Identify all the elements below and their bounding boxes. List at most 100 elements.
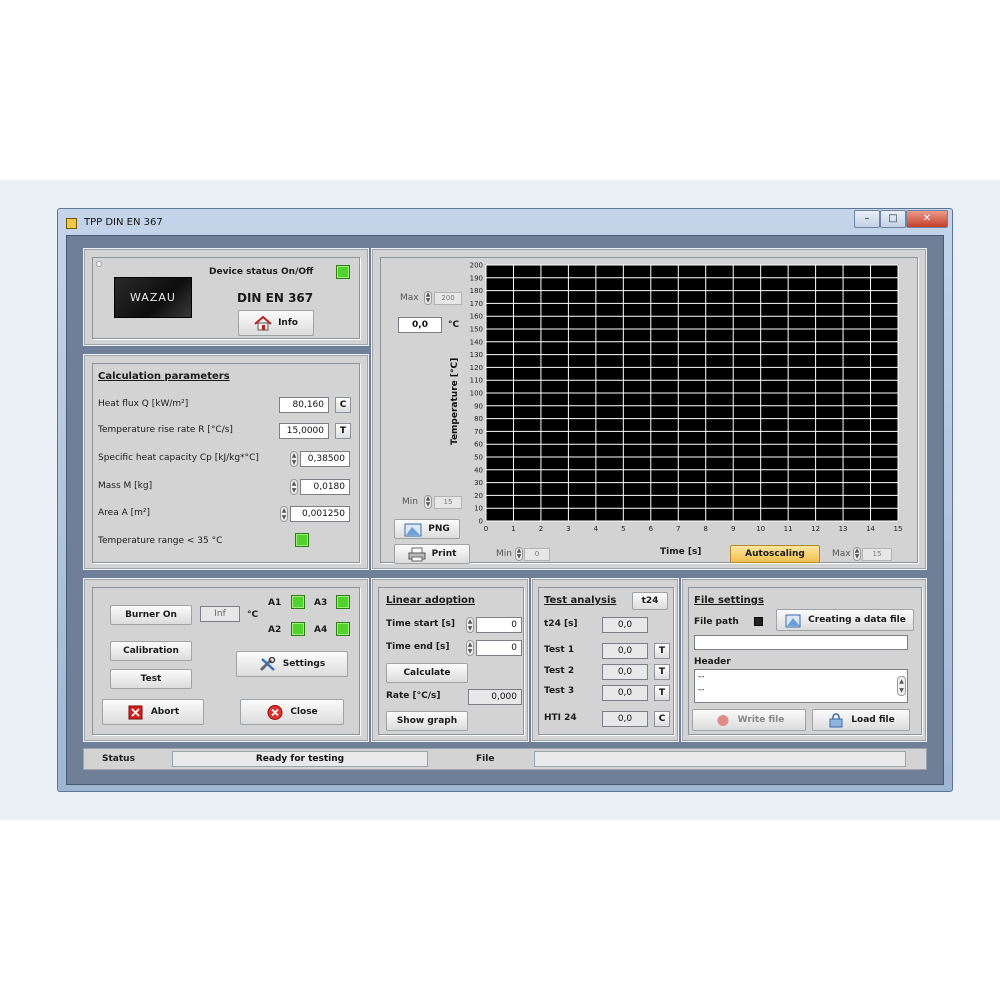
- test2-t-button[interactable]: T: [654, 664, 670, 680]
- abort-button-label: Abort: [150, 707, 180, 717]
- rise-rate-label: Temperature rise rate R [°C/s]: [98, 425, 233, 435]
- write-file-button[interactable]: Write file: [692, 709, 806, 731]
- t24-button[interactable]: t24: [632, 592, 668, 610]
- y-tick-label: 30: [474, 479, 483, 487]
- load-file-button[interactable]: Load file: [812, 709, 910, 731]
- temp-range-label: Temperature range < 35 °C: [98, 536, 223, 546]
- test2-label: Test 2: [544, 666, 575, 676]
- tools-icon: [259, 656, 277, 672]
- hti24-c-button[interactable]: C: [654, 711, 670, 727]
- a2-label: A2: [268, 625, 282, 635]
- linear-adoption-panel: Linear adoption Time start [s] ▲ ▼ 0 Time…: [371, 578, 529, 742]
- close-button[interactable]: Close: [240, 699, 344, 725]
- test3-field: 0,0: [602, 685, 648, 701]
- a1-led: [291, 595, 305, 609]
- control-panel: Burner On Inf °C A1 A3 A2 A4 Calibration…: [83, 578, 369, 742]
- burner-temp-unit: °C: [247, 610, 259, 620]
- x-tick-label: 8: [703, 525, 707, 533]
- temp-range-led: [295, 533, 309, 547]
- test-button[interactable]: Test: [110, 669, 192, 689]
- rate-field: 0,000: [468, 689, 522, 705]
- test1-field: 0,0: [602, 643, 648, 659]
- calibration-button[interactable]: Calibration: [110, 641, 192, 661]
- maximize-button[interactable]: □: [880, 210, 906, 228]
- heat-flux-field[interactable]: 80,160: [279, 397, 329, 413]
- y-tick-label: 0: [479, 518, 483, 526]
- test3-label: Test 3: [544, 686, 575, 696]
- file-path-label: File path: [694, 617, 739, 627]
- title-bar[interactable]: TPP DIN EN 367 – □ ✕: [58, 209, 952, 235]
- test-analysis-panel: Test analysis t24 t24 [s] 0,0 Test 1 0,0…: [531, 578, 679, 742]
- rise-rate-test-button[interactable]: T: [335, 423, 351, 439]
- y-tick-label: 100: [470, 390, 483, 398]
- xmin-field[interactable]: 0: [524, 548, 550, 561]
- area-field[interactable]: 0,001250: [290, 506, 350, 522]
- autoscaling-button-label: Autoscaling: [745, 549, 805, 559]
- new-file-icon: [784, 613, 802, 628]
- mass-label: Mass M [kg]: [98, 481, 153, 491]
- y-tick-label: 200: [470, 262, 483, 270]
- time-start-label: Time start [s]: [386, 619, 456, 629]
- a3-led: [336, 595, 350, 609]
- x-tick-label: 15: [894, 525, 903, 533]
- file-title: File settings: [694, 595, 764, 606]
- info-button[interactable]: Info: [238, 310, 314, 336]
- chart-panel: Max ▲ ▼ 200 0,0 °C Min ▲ ▼ 15 PNG Print 01…: [371, 248, 927, 570]
- y-tick-label: 10: [474, 505, 483, 513]
- write-file-label: Write file: [737, 715, 785, 725]
- xmax-label: Max: [832, 549, 851, 559]
- show-graph-button[interactable]: Show graph: [386, 711, 468, 731]
- test1-t-button[interactable]: T: [654, 643, 670, 659]
- a4-label: A4: [314, 625, 328, 635]
- calc-title: Calculation parameters: [98, 371, 230, 382]
- window-title: TPP DIN EN 367: [84, 217, 163, 228]
- y-tick-label: 90: [474, 402, 483, 410]
- create-data-file-label: Creating a data file: [808, 615, 906, 625]
- area-spinner[interactable]: ▲ ▼: [280, 506, 288, 522]
- cp-spinner[interactable]: ▲ ▼: [290, 451, 298, 467]
- xmax-spinner[interactable]: ▲ ▼: [853, 547, 861, 561]
- linear-title: Linear adoption: [386, 595, 475, 606]
- hti24-field: 0,0: [602, 711, 648, 727]
- x-tick-label: 12: [811, 525, 820, 533]
- y-tick-label: 110: [470, 377, 483, 385]
- create-data-file-button[interactable]: Creating a data file: [776, 609, 914, 631]
- header-line-2: --: [698, 685, 705, 695]
- window-close-button[interactable]: ✕: [906, 210, 948, 228]
- header-textarea[interactable]: -- -- ▲ ▼: [694, 669, 908, 703]
- burner-on-button[interactable]: Burner On: [110, 605, 192, 625]
- rise-rate-field[interactable]: 15,0000: [279, 423, 329, 439]
- time-start-field[interactable]: 0: [476, 617, 522, 633]
- home-icon: [254, 315, 272, 331]
- heat-flux-calc-button[interactable]: C: [335, 397, 351, 413]
- x-tick-label: 0: [484, 525, 488, 533]
- mass-field[interactable]: 0,0180: [300, 479, 350, 495]
- file-status-field: [534, 751, 906, 767]
- x-tick-label: 13: [839, 525, 848, 533]
- header-scrollbar[interactable]: ▲ ▼: [897, 676, 906, 696]
- abort-button[interactable]: Abort: [102, 699, 204, 725]
- xmin-spinner[interactable]: ▲ ▼: [515, 547, 523, 561]
- time-end-field[interactable]: 0: [476, 640, 522, 656]
- device-status-led[interactable]: [336, 265, 350, 279]
- x-tick-label: 9: [731, 525, 735, 533]
- time-start-spinner[interactable]: ▲ ▼: [466, 617, 474, 633]
- autoscaling-button[interactable]: Autoscaling: [730, 545, 820, 563]
- analysis-title: Test analysis: [544, 595, 617, 606]
- calculate-button[interactable]: Calculate: [386, 663, 468, 683]
- mass-spinner[interactable]: ▲ ▼: [290, 479, 298, 495]
- y-tick-label: 60: [474, 441, 483, 449]
- test3-t-button[interactable]: T: [654, 685, 670, 701]
- standard-label: DIN EN 367: [237, 291, 314, 305]
- y-tick-label: 80: [474, 415, 483, 423]
- y-tick-label: 130: [470, 351, 483, 359]
- time-end-spinner[interactable]: ▲ ▼: [466, 640, 474, 656]
- minimize-button[interactable]: –: [854, 210, 880, 228]
- xmax-field[interactable]: 15: [862, 548, 892, 561]
- cp-field[interactable]: 0,38500: [300, 451, 350, 467]
- x-tick-label: 5: [621, 525, 625, 533]
- status-label: Status: [102, 754, 135, 764]
- x-tick-label: 1: [511, 525, 515, 533]
- file-path-field[interactable]: [694, 635, 908, 650]
- settings-button[interactable]: Settings: [236, 651, 348, 677]
